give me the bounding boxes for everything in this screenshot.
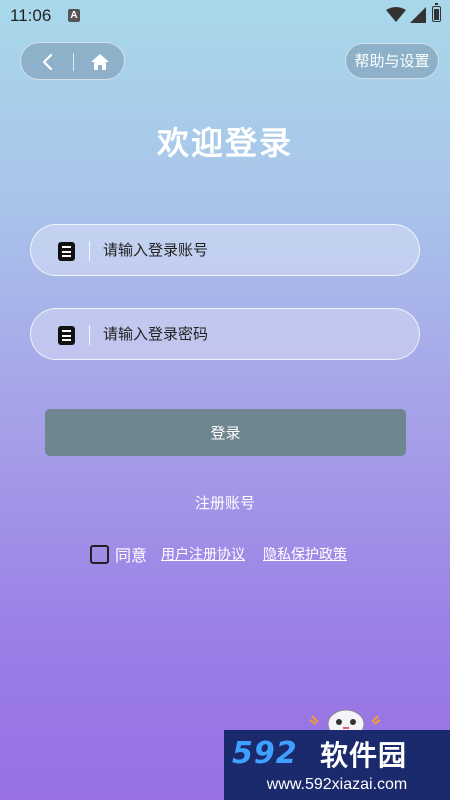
battery-icon <box>432 3 441 22</box>
back-button[interactable] <box>21 43 73 81</box>
chevron-left-icon <box>42 53 53 71</box>
agree-checkbox[interactable] <box>90 544 109 564</box>
input-divider <box>89 325 90 345</box>
input-divider <box>89 241 90 261</box>
register-link[interactable]: 注册账号 <box>0 492 450 513</box>
status-bar: 11:06 A <box>0 0 450 32</box>
watermark-logo: 592 <box>232 736 298 771</box>
notification-icon: A <box>68 9 80 22</box>
account-icon <box>58 242 75 261</box>
user-agreement-link[interactable]: 用户注册协议 <box>161 544 245 564</box>
privacy-policy-link[interactable]: 隐私保护政策 <box>263 544 347 564</box>
nav-pill <box>20 42 125 80</box>
account-input[interactable] <box>103 225 403 275</box>
home-button[interactable] <box>74 43 126 81</box>
help-settings-button[interactable]: 帮助与设置 <box>345 43 439 79</box>
account-field-container <box>30 224 420 276</box>
watermark-url: www.592xiazai.com <box>266 776 408 793</box>
agreement-row: 同意 用户注册协议 隐私保护政策 <box>90 543 347 565</box>
watermark-name: 软件园 <box>320 739 408 772</box>
password-input[interactable] <box>103 309 403 359</box>
signal-icon <box>410 7 426 23</box>
password-icon <box>58 326 75 345</box>
page-title: 欢迎登录 <box>156 124 293 162</box>
wifi-icon <box>386 7 406 22</box>
watermark-badge: 592 软件园 www.592xiazai.com <box>224 730 450 800</box>
status-time: 11:06 <box>10 6 52 25</box>
login-button[interactable]: 登录 <box>45 409 406 456</box>
home-icon <box>91 54 109 70</box>
game-mascot-icon <box>309 709 381 732</box>
agree-label: 同意 <box>115 546 148 565</box>
password-field-container <box>30 308 420 360</box>
